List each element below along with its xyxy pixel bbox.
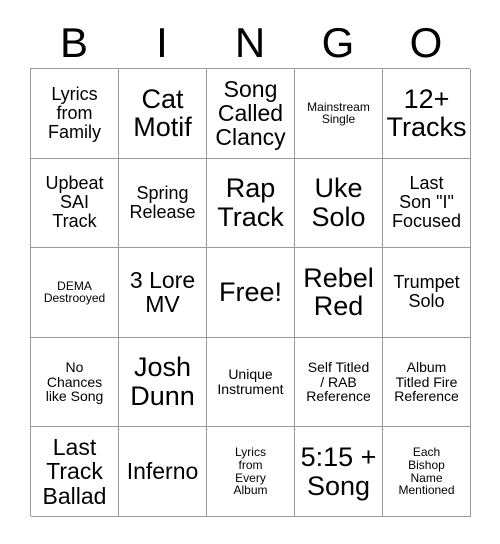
bingo-cell-label: Upbeat SAI Track — [45, 173, 104, 232]
bingo-cell-label: Uke Solo — [311, 173, 366, 232]
bingo-cell[interactable]: Unique Instrument — [207, 337, 295, 428]
bingo-header-letter-i: I — [156, 19, 168, 66]
bingo-cell-label: Last Track Ballad — [42, 434, 107, 509]
bingo-cell[interactable]: 12+ Tracks — [383, 69, 471, 159]
bingo-cell-label: No Chances like Song — [45, 358, 104, 405]
bingo-cell-label: Unique Instrument — [217, 366, 284, 398]
bingo-cell-label: Spring Release — [129, 182, 196, 222]
bingo-cell[interactable]: Self Titled / RAB Reference — [295, 337, 383, 428]
bingo-cell[interactable]: Spring Release — [119, 158, 207, 249]
bingo-cell[interactable]: Each Bishop Name Mentioned — [383, 427, 471, 517]
bingo-cell[interactable]: Cat Motif — [119, 69, 207, 159]
bingo-cell[interactable]: Lyrics from Family — [31, 69, 119, 159]
bingo-cell[interactable]: Last Track Ballad — [31, 427, 119, 517]
bingo-header-letter-b: B — [59, 19, 88, 66]
bingo-cell-label: Mainstream Single — [307, 99, 370, 127]
bingo-header: B I N G O — [30, 18, 470, 68]
bingo-cell-label: 5:15 + Song — [300, 442, 377, 501]
bingo-cell-label: Last Son "I" Focused — [391, 173, 462, 232]
bingo-cell[interactable]: Lyrics from Every Album — [207, 427, 295, 517]
bingo-cell-label: Inferno — [126, 458, 199, 485]
bingo-header-letter-o: O — [409, 19, 443, 66]
bingo-cell[interactable]: Josh Dunn — [119, 337, 207, 428]
bingo-cell-label: Lyrics from Family — [48, 83, 101, 142]
bingo-cell[interactable]: No Chances like Song — [31, 337, 119, 428]
bingo-cell-label: Song Called Clancy — [215, 75, 286, 151]
bingo-cell[interactable]: Uke Solo — [295, 158, 383, 249]
bingo-cell[interactable]: Rap Track — [207, 158, 295, 249]
bingo-cell[interactable]: Trumpet Solo — [383, 248, 471, 338]
bingo-cell-label: Cat Motif — [133, 83, 192, 143]
bingo-cell-label: Rebel Red — [303, 262, 374, 322]
bingo-cell[interactable]: Song Called Clancy — [207, 69, 295, 159]
bingo-grid: Lyrics from Family Cat Motif Song Called C… — [30, 68, 471, 517]
bingo-cell[interactable]: 5:15 + Song — [295, 427, 383, 517]
bingo-cell[interactable]: Inferno — [119, 427, 207, 517]
bingo-cell-label: 12+ Tracks — [386, 83, 467, 143]
bingo-cell[interactable]: Mainstream Single — [295, 69, 383, 159]
bingo-header-letter-g: G — [321, 19, 355, 66]
bingo-cell-label: Lyrics from Every Album — [233, 445, 268, 498]
bingo-cell-label: Josh Dunn — [130, 352, 195, 412]
bingo-cell[interactable]: Last Son "I" Focused — [383, 158, 471, 249]
bingo-cell[interactable]: 3 Lore MV — [119, 248, 207, 338]
bingo-cell[interactable]: Upbeat SAI Track — [31, 158, 119, 249]
bingo-header-letter-n: N — [234, 19, 266, 66]
bingo-card: B I N G O Lyrics from Family Cat Motif Son… — [0, 0, 500, 544]
bingo-cell[interactable]: Album Titled Fire Reference — [383, 337, 471, 428]
bingo-cell[interactable]: Free! — [207, 248, 295, 338]
bingo-cell-label: Album Titled Fire Reference — [394, 358, 459, 405]
bingo-cell-label: Each Bishop Name Mentioned — [398, 445, 455, 498]
bingo-cell-label: 3 Lore MV — [129, 267, 196, 318]
bingo-cell-label: Rap Track — [217, 173, 284, 232]
bingo-cell-label: DEMA Destrooyed — [43, 278, 106, 306]
bingo-cell-label: Self Titled / RAB Reference — [306, 358, 371, 405]
bingo-cell-label: Free! — [218, 277, 283, 308]
bingo-cell-label: Trumpet Solo — [393, 272, 460, 312]
bingo-cell[interactable]: Rebel Red — [295, 248, 383, 338]
bingo-cell[interactable]: DEMA Destrooyed — [31, 248, 119, 338]
